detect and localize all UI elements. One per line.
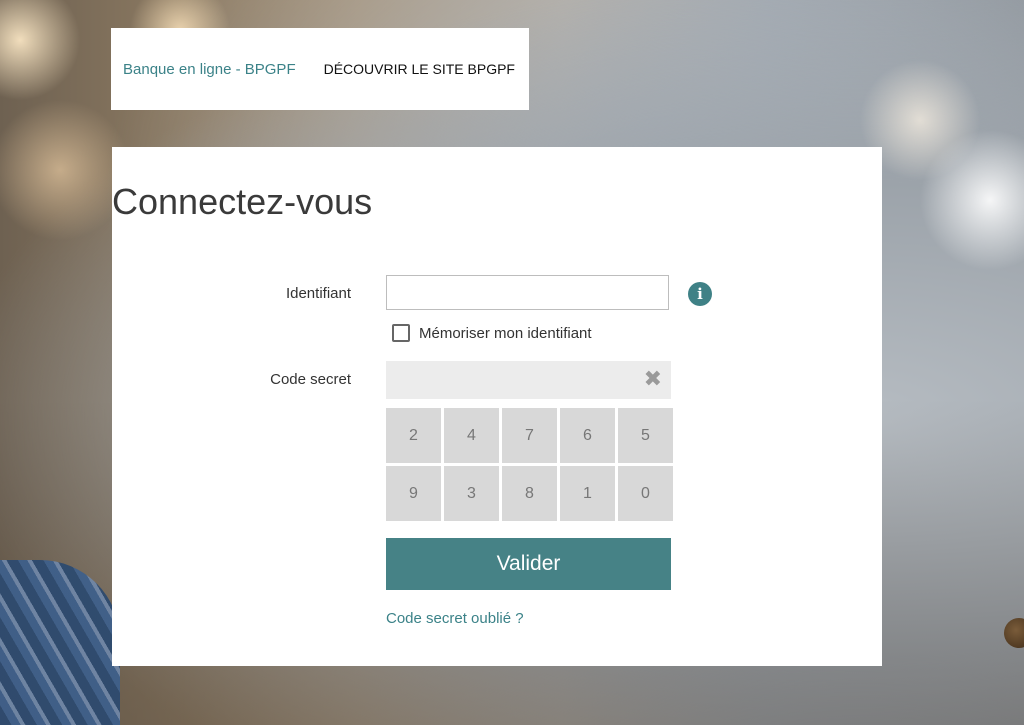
keypad-key[interactable]: 6 xyxy=(560,408,615,463)
keypad-key[interactable]: 9 xyxy=(386,466,441,521)
virtual-keypad: 2 4 7 6 5 9 3 8 1 0 xyxy=(386,408,673,521)
checkbox-icon[interactable] xyxy=(392,324,410,342)
secret-code-field: ✖ xyxy=(386,361,671,399)
keypad-key[interactable]: 1 xyxy=(560,466,615,521)
top-navigation-bar: Banque en ligne - BPGPF DÉCOUVRIR LE SIT… xyxy=(111,28,529,110)
submit-button[interactable]: Valider xyxy=(386,538,671,590)
forgot-secret-code-link[interactable]: Code secret oublié ? xyxy=(386,610,524,627)
identifier-label: Identifiant xyxy=(285,285,351,302)
keypad-key[interactable]: 4 xyxy=(444,408,499,463)
identifier-input[interactable] xyxy=(386,275,669,310)
keypad-key[interactable]: 7 xyxy=(502,408,557,463)
remember-identifier-label[interactable]: Mémoriser mon identifiant xyxy=(419,325,592,342)
keypad-key[interactable]: 2 xyxy=(386,408,441,463)
page-title: Connectez-vous xyxy=(112,181,373,222)
remember-identifier-option[interactable]: Mémoriser mon identifiant xyxy=(392,324,592,342)
secret-code-label: Code secret xyxy=(270,371,351,388)
info-icon[interactable]: i xyxy=(688,282,712,306)
login-card: Connectez-vous Identifiant i Mémoriser m… xyxy=(112,147,882,666)
brand-link[interactable]: Banque en ligne - BPGPF xyxy=(123,61,296,78)
discover-site-link[interactable]: DÉCOUVRIR LE SITE BPGPF xyxy=(324,61,515,77)
keypad-key[interactable]: 3 xyxy=(444,466,499,521)
keypad-key[interactable]: 0 xyxy=(618,466,673,521)
clear-icon[interactable]: ✖ xyxy=(644,368,662,392)
keypad-key[interactable]: 8 xyxy=(502,466,557,521)
keypad-key[interactable]: 5 xyxy=(618,408,673,463)
